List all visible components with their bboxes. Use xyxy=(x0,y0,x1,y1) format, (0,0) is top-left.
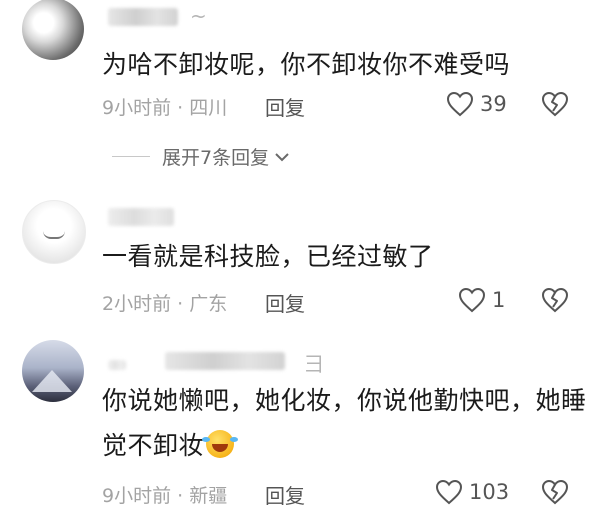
comment-meta: 9小时前 · 新疆 xyxy=(102,481,227,508)
avatar-mountain xyxy=(32,370,72,392)
chevron-down-icon xyxy=(275,152,289,161)
comment-location: 四川 xyxy=(189,97,228,119)
avatar-mark xyxy=(43,231,65,239)
like-button[interactable]: 103 xyxy=(435,479,509,505)
expand-replies-button[interactable]: 展开7条回复 xyxy=(112,143,291,170)
like-count: 39 xyxy=(480,92,507,116)
comment-time: 9小时前 xyxy=(102,97,172,119)
heart-outline-icon xyxy=(446,91,474,117)
comment-meta: 2小时前 · 广东 xyxy=(102,289,227,316)
broken-heart-icon xyxy=(541,91,569,117)
comment-item: 一看就是科技脸，已经过敏了 2小时前 · 广东 回复 1 xyxy=(0,190,600,330)
expand-replies-label: 展开7条回复 xyxy=(162,147,270,169)
meta-separator: · xyxy=(177,485,184,507)
like-count: 103 xyxy=(469,480,510,504)
avatar[interactable] xyxy=(22,200,86,264)
dislike-button[interactable] xyxy=(541,479,569,505)
username-blurred[interactable] xyxy=(108,360,126,370)
laughing-tears-emoji xyxy=(202,430,235,458)
comment-item: ~ 为哈不卸妆呢，你不卸妆你不难受吗 9小时前 · 四川 回复 39 展开7条回… xyxy=(0,0,600,190)
comment-text: 你说她懒吧，她化妆，你说他勤快吧，她睡 觉不卸妆 xyxy=(102,378,587,468)
meta-separator: · xyxy=(177,97,184,119)
username-suffix: ~ xyxy=(190,4,207,28)
comment-text-line: 为哈不卸妆呢，你不卸妆你不难受吗 xyxy=(102,50,511,79)
comment-location: 新疆 xyxy=(189,485,228,507)
broken-heart-icon xyxy=(541,479,569,505)
comment-time: 2小时前 xyxy=(102,293,172,315)
reply-button[interactable]: 回复 xyxy=(265,288,305,317)
like-count: 1 xyxy=(492,288,506,312)
comment-text-line-with-emoji: 觉不卸妆 xyxy=(102,423,587,468)
reply-button[interactable]: 回复 xyxy=(265,480,305,509)
comment-text: 一看就是科技脸，已经过敏了 xyxy=(102,234,434,279)
broken-heart-icon xyxy=(541,287,569,313)
heart-outline-icon xyxy=(435,479,463,505)
username-suffix: 彐 xyxy=(304,352,324,376)
dislike-button[interactable] xyxy=(541,287,569,313)
meta-separator: · xyxy=(177,293,184,315)
comment-meta: 9小时前 · 四川 xyxy=(102,93,227,120)
divider-line xyxy=(112,156,150,157)
comment-item: 彐 你说她懒吧，她化妆，你说他勤快吧，她睡 觉不卸妆 9小时前 · 新疆 回复 … xyxy=(0,330,600,508)
dislike-button[interactable] xyxy=(541,91,569,117)
username-blurred[interactable] xyxy=(165,352,285,370)
reply-button[interactable]: 回复 xyxy=(265,92,305,121)
comment-location: 广东 xyxy=(189,293,228,315)
comment-text: 为哈不卸妆呢，你不卸妆你不难受吗 xyxy=(102,42,510,87)
avatar[interactable] xyxy=(22,340,84,402)
comment-time: 9小时前 xyxy=(102,485,172,507)
comment-text-line: 一看就是科技脸，已经过敏了 xyxy=(102,242,434,271)
heart-outline-icon xyxy=(458,287,486,313)
comment-text-line: 觉不卸妆 xyxy=(102,431,205,460)
like-button[interactable]: 39 xyxy=(446,91,507,117)
like-button[interactable]: 1 xyxy=(458,287,505,313)
avatar[interactable] xyxy=(22,0,84,60)
comment-text-line: 你说她懒吧，她化妆，你说他勤快吧，她睡 xyxy=(102,386,587,415)
username-blurred[interactable] xyxy=(108,8,178,26)
username-blurred[interactable] xyxy=(108,208,174,226)
